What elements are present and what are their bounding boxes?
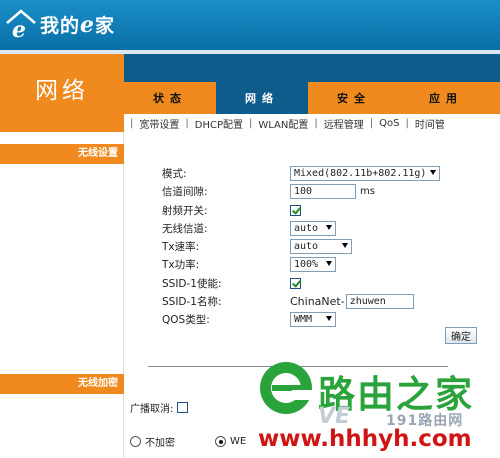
broadcast-checkbox[interactable]: [177, 402, 189, 413]
nav-top-band: [124, 54, 500, 82]
tab-network[interactable]: 网络: [216, 82, 308, 114]
watermark-brand: 路由之家: [318, 373, 474, 416]
channel-label: 无线信道:: [162, 222, 208, 235]
subnav-wlan[interactable]: WLAN配置: [258, 116, 308, 131]
channel-select[interactable]: auto: [290, 220, 336, 236]
encryption-options: 不加密 WE: [130, 434, 246, 449]
wep-radio[interactable]: [215, 436, 226, 447]
form-row-mode: 模式: Mixed(802.11b+802.11g): [162, 165, 462, 182]
subnav-dhcp[interactable]: DHCP配置: [195, 116, 243, 131]
watermark-subtitle: 191路由网: [386, 413, 464, 429]
ssid-enable-label: SSID-1使能:: [162, 277, 222, 290]
watermark: 路由之家 VE 191路由网 www.hhhyh.com: [246, 356, 500, 458]
confirm-button[interactable]: 确定: [445, 327, 477, 344]
form-row-txrate: Tx速率: auto: [162, 238, 462, 255]
txrate-value: auto: [294, 241, 319, 253]
subnav-separator: |: [130, 117, 134, 129]
rf-label: 射频开关:: [162, 204, 208, 217]
mode-select[interactable]: Mixed(802.11b+802.11g): [290, 166, 440, 181]
subnav-separator: |: [314, 117, 318, 129]
subnav-time[interactable]: 时间管: [415, 116, 445, 131]
broadcast-label: 广播取消:: [130, 404, 174, 415]
subnav-separator: |: [405, 117, 409, 129]
qos-value: WMM: [294, 314, 313, 326]
subnav-separator: |: [185, 117, 189, 129]
form-row-ssid-name: SSID-1名称: ChinaNet- zhuwen: [162, 293, 462, 310]
wireless-settings-form: 模式: Mixed(802.11b+802.11g) 信道间隙: 100 ms …: [162, 165, 462, 330]
txpower-select[interactable]: 100%: [290, 257, 336, 273]
chevron-down-icon: [430, 170, 436, 175]
header-bar: e 我的e家: [0, 0, 500, 50]
subnav-separator: |: [248, 117, 253, 129]
chevron-down-icon: [326, 316, 332, 322]
form-row-rf: 射频开关:: [162, 202, 462, 219]
broadcast-row: 广播取消:: [130, 400, 189, 415]
qos-select[interactable]: WMM: [290, 312, 336, 328]
subnav-qos[interactable]: QoS: [379, 118, 399, 129]
channel-value: auto: [294, 222, 319, 234]
txrate-label: Tx速率:: [162, 241, 200, 254]
beacon-label: 信道间隙:: [162, 186, 208, 199]
ssid-prefix: ChinaNet-: [290, 295, 345, 309]
mode-label: 模式:: [162, 168, 187, 180]
form-row-txpower: Tx功率: 100%: [162, 256, 462, 273]
chevron-down-icon: [326, 261, 332, 267]
brand-name: 我的e家: [40, 11, 115, 38]
txpower-label: Tx功率:: [162, 259, 200, 272]
txpower-value: 100%: [294, 259, 319, 271]
brand-prefix: 我的: [40, 14, 81, 37]
watermark-faint-mark: VE: [318, 404, 351, 429]
form-row-channel: 无线信道: auto: [162, 220, 462, 237]
subnav-remote[interactable]: 远程管理: [324, 116, 364, 131]
chevron-down-icon: [326, 224, 332, 230]
rf-checkbox[interactable]: [290, 204, 301, 216]
watermark-url: www.hhhyh.com: [258, 426, 472, 452]
no-encryption-radio[interactable]: [130, 436, 141, 447]
svg-text:e: e: [12, 17, 26, 41]
subnav-separator: |: [369, 117, 374, 129]
chevron-down-icon: [342, 243, 348, 249]
brand-e: e: [80, 11, 96, 38]
form-row-beacon: 信道间隙: 100 ms: [162, 183, 462, 200]
tab-status[interactable]: 状态: [124, 82, 216, 114]
section-divider: [148, 366, 448, 367]
sidebar: 无线设置 无线加密: [0, 132, 124, 458]
no-encryption-label: 不加密: [145, 438, 175, 449]
sidebar-heading-wireless: 无线设置: [0, 144, 124, 164]
subnav-broadband[interactable]: 宽带设置: [139, 116, 179, 131]
section-title-block: 网络: [0, 54, 124, 126]
tab-bar: 状态 网络 安全 应用: [124, 82, 500, 114]
beacon-unit: ms: [360, 186, 375, 198]
tab-applications[interactable]: 应用: [400, 82, 492, 114]
sidebar-heading-encryption: 无线加密: [0, 374, 124, 394]
txrate-select[interactable]: auto: [290, 239, 352, 255]
brand-suffix: 家: [95, 14, 116, 37]
home-e-icon: e: [4, 7, 38, 43]
tab-security[interactable]: 安全: [308, 82, 400, 114]
form-row-qos: QOS类型: WMM: [162, 311, 462, 328]
section-title: 网络: [35, 78, 89, 104]
ssid-name-input[interactable]: zhuwen: [345, 294, 414, 310]
wep-label: WE: [230, 436, 247, 447]
mode-value: Mixed(802.11b+802.11g): [294, 168, 427, 179]
qos-label: QOS类型:: [162, 314, 210, 327]
beacon-input[interactable]: 100: [290, 184, 356, 200]
ssid-enable-checkbox[interactable]: [290, 277, 301, 289]
ssid-name-label: SSID-1名称:: [162, 296, 222, 309]
brand-logo: e 我的e家: [4, 6, 115, 43]
sub-navigation: | 宽带设置 | DHCP配置 | WLAN配置 | 远程管理 | QoS | …: [124, 114, 500, 132]
form-row-ssid-enable: SSID-1使能:: [162, 275, 462, 292]
